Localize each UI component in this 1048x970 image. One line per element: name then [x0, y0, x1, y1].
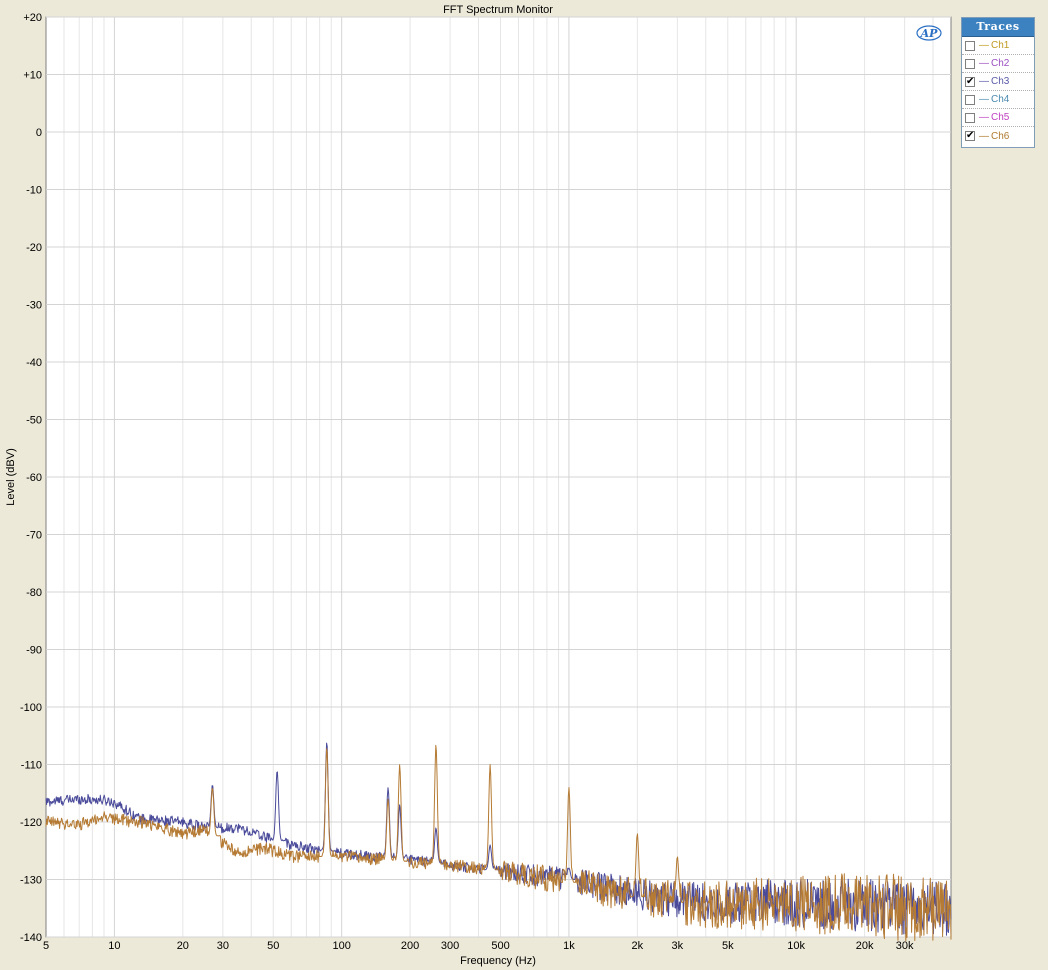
checkbox-icon[interactable]: ✔: [965, 131, 975, 141]
y-tick-label: -60: [26, 472, 42, 484]
y-tick-label: -50: [26, 415, 42, 427]
y-tick-label: -70: [26, 530, 42, 542]
window-title: FFT Spectrum Monitor: [443, 4, 553, 16]
trace-color-dash: —: [979, 94, 989, 105]
y-tick-label: 0: [36, 127, 42, 139]
y-tick-label: -140: [20, 932, 42, 944]
trace-label: Ch1: [991, 40, 1010, 51]
ap-logo-icon: AP: [916, 25, 942, 41]
y-axis-label: Level (dBV): [5, 448, 17, 505]
x-tick-label: 5k: [722, 940, 734, 952]
trace-label: Ch6: [991, 130, 1010, 142]
y-tick-label: -110: [21, 760, 42, 772]
traces-header: Traces: [962, 18, 1034, 37]
checkbox-icon[interactable]: ✔: [965, 76, 975, 87]
x-tick-label: 30: [217, 940, 229, 952]
trace-label: Ch5: [991, 112, 1010, 123]
y-tick-label: -30: [26, 300, 42, 312]
trace-color-dash: —: [979, 112, 989, 123]
trace-color-dash: —: [979, 40, 989, 51]
y-tick-label: -10: [26, 185, 42, 197]
trace-row-ch2[interactable]: — Ch2: [962, 55, 1034, 73]
x-tick-label: 500: [491, 940, 509, 952]
checkbox-icon[interactable]: [965, 58, 975, 69]
x-tick-label: 100: [332, 940, 350, 952]
x-tick-label: 300: [441, 940, 459, 952]
trace-label: Ch4: [991, 94, 1010, 105]
y-tick-label: -120: [20, 817, 42, 829]
y-tick-label: -100: [20, 702, 42, 714]
x-tick-label: 2k: [632, 940, 644, 952]
x-tick-label: 50: [267, 940, 279, 952]
trace-row-ch6[interactable]: ✔ — Ch6: [962, 127, 1034, 145]
x-tick-label: 10k: [787, 940, 805, 952]
trace-list: — Ch1 — Ch2 ✔ — Ch3 — Ch4 — Ch5 ✔ — Ch6: [962, 37, 1034, 145]
y-tick-label: +10: [23, 70, 42, 82]
x-tick-labels: 5 10 20 30 50 100 200 300 500 1k 2k 3k 5k 10k 20k 30k: [43, 940, 914, 952]
traces-panel: Traces — Ch1 — Ch2 ✔ — Ch3 — Ch4 — Ch5 ✔: [961, 17, 1035, 148]
x-tick-label: 200: [401, 940, 419, 952]
trace-row-ch3[interactable]: ✔ — Ch3: [962, 73, 1034, 91]
trace-color-dash: —: [979, 76, 989, 87]
x-tick-label: 3k: [672, 940, 684, 952]
x-tick-label: 30k: [896, 940, 914, 952]
y-tick-label: -90: [26, 645, 42, 657]
trace-color-dash: —: [979, 130, 989, 142]
trace-row-ch4[interactable]: — Ch4: [962, 91, 1034, 109]
checkbox-icon[interactable]: [965, 112, 975, 123]
x-tick-label: 10: [108, 940, 120, 952]
trace-row-ch5[interactable]: — Ch5: [962, 109, 1034, 127]
x-tick-label: 1k: [563, 940, 575, 952]
y-tick-labels: +20 +10 0 -10 -20 -30 -40 -50 -60 -70 -80 -90 -100 -1…: [20, 12, 42, 944]
trace-color-dash: —: [979, 58, 989, 69]
trace-row-ch1[interactable]: — Ch1: [962, 37, 1034, 55]
trace-label: Ch3: [991, 76, 1010, 87]
ap-logo-text: AP: [920, 27, 939, 40]
y-tick-label: -40: [26, 357, 42, 369]
y-tick-label: +20: [23, 12, 42, 24]
trace-label: Ch2: [991, 58, 1010, 69]
x-tick-label: 20: [177, 940, 189, 952]
checkbox-icon[interactable]: [965, 94, 975, 105]
x-tick-label: 5: [43, 940, 49, 952]
chart: FFT Spectrum Monitor +20 +10 0 -10 -20 -30 -40…: [5, 4, 952, 967]
y-tick-label: -130: [20, 875, 42, 887]
x-axis-label: Frequency (Hz): [460, 955, 536, 967]
checkbox-icon[interactable]: [965, 40, 975, 51]
y-tick-label: -20: [26, 242, 42, 254]
x-tick-label: 20k: [856, 940, 874, 952]
y-tick-label: -80: [26, 587, 42, 599]
